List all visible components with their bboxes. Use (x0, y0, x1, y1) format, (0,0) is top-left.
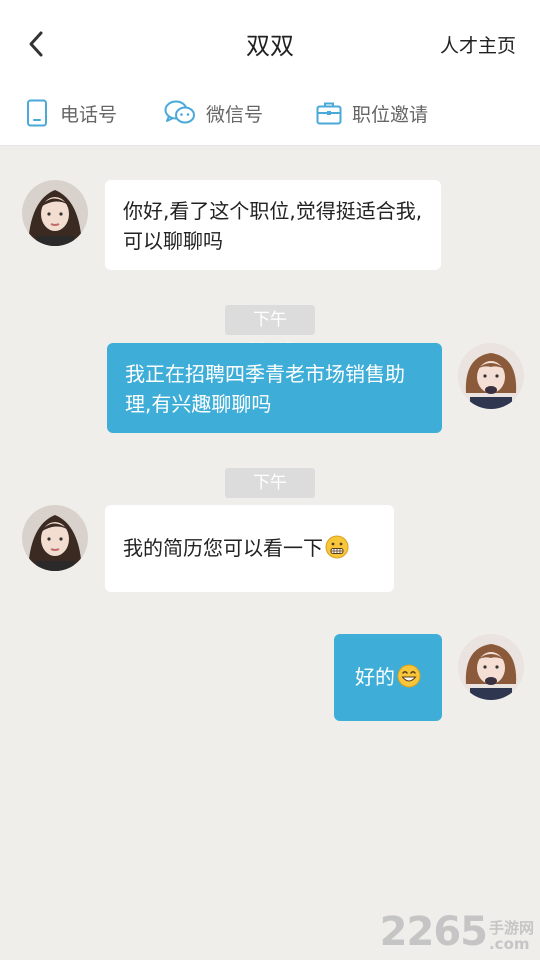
message-bubble-incoming[interactable]: 我的简历您可以看一下 (105, 505, 394, 592)
message-text: 我的简历您可以看一下 (123, 536, 323, 560)
timestamp: 下午 05:47 (225, 305, 315, 360)
chat-area[interactable]: 你好,看了这个职位,觉得挺适合我,可以聊聊吗 下午 05:47 我正在招聘四季青… (0, 146, 540, 960)
phone-number-label: 电话号 (60, 103, 118, 126)
message-bubble-incoming[interactable]: 你好,看了这个职位,觉得挺适合我,可以聊聊吗 (105, 180, 441, 270)
watermark-domain: .com (488, 935, 530, 953)
job-invite-label: 职位邀请 (352, 103, 429, 126)
wechat-id-label: 微信号 (206, 103, 264, 126)
wechat-icon (164, 100, 196, 126)
candidate-avatar[interactable] (22, 505, 88, 571)
chevron-left-icon (29, 31, 43, 57)
contact-action-bar: 电话号 微信号 职位邀请 (0, 90, 540, 146)
grimacing-emoji-icon (325, 535, 349, 559)
wechat-id-button[interactable]: 微信号 (164, 90, 263, 136)
recruiter-avatar[interactable] (458, 634, 524, 700)
phone-icon (24, 99, 50, 127)
talent-homepage-link[interactable]: 人才主页 (440, 30, 516, 62)
grinning-emoji-icon (397, 664, 421, 688)
watermark-site-name: 手游网 (488, 919, 534, 937)
page-title: 双双 (246, 32, 294, 60)
message-text: 好的 (355, 665, 395, 689)
watermark-number: 2265 (379, 909, 488, 955)
job-invite-button[interactable]: 职位邀请 (316, 90, 428, 136)
back-button[interactable] (18, 26, 54, 62)
message-bubble-outgoing[interactable]: 好的 (334, 634, 442, 721)
briefcase-icon (316, 100, 342, 126)
recruiter-avatar[interactable] (458, 343, 524, 409)
message-bubble-outgoing[interactable]: 我正在招聘四季青老市场销售助理,有兴趣聊聊吗 (107, 343, 442, 433)
top-nav-bar: 双双 人才主页 (0, 0, 540, 90)
phone-number-button[interactable]: 电话号 (24, 90, 117, 136)
site-watermark: 2265 手游网 .com (380, 912, 534, 952)
candidate-avatar[interactable] (22, 180, 88, 246)
timestamp: 下午 05:47 (225, 468, 315, 523)
